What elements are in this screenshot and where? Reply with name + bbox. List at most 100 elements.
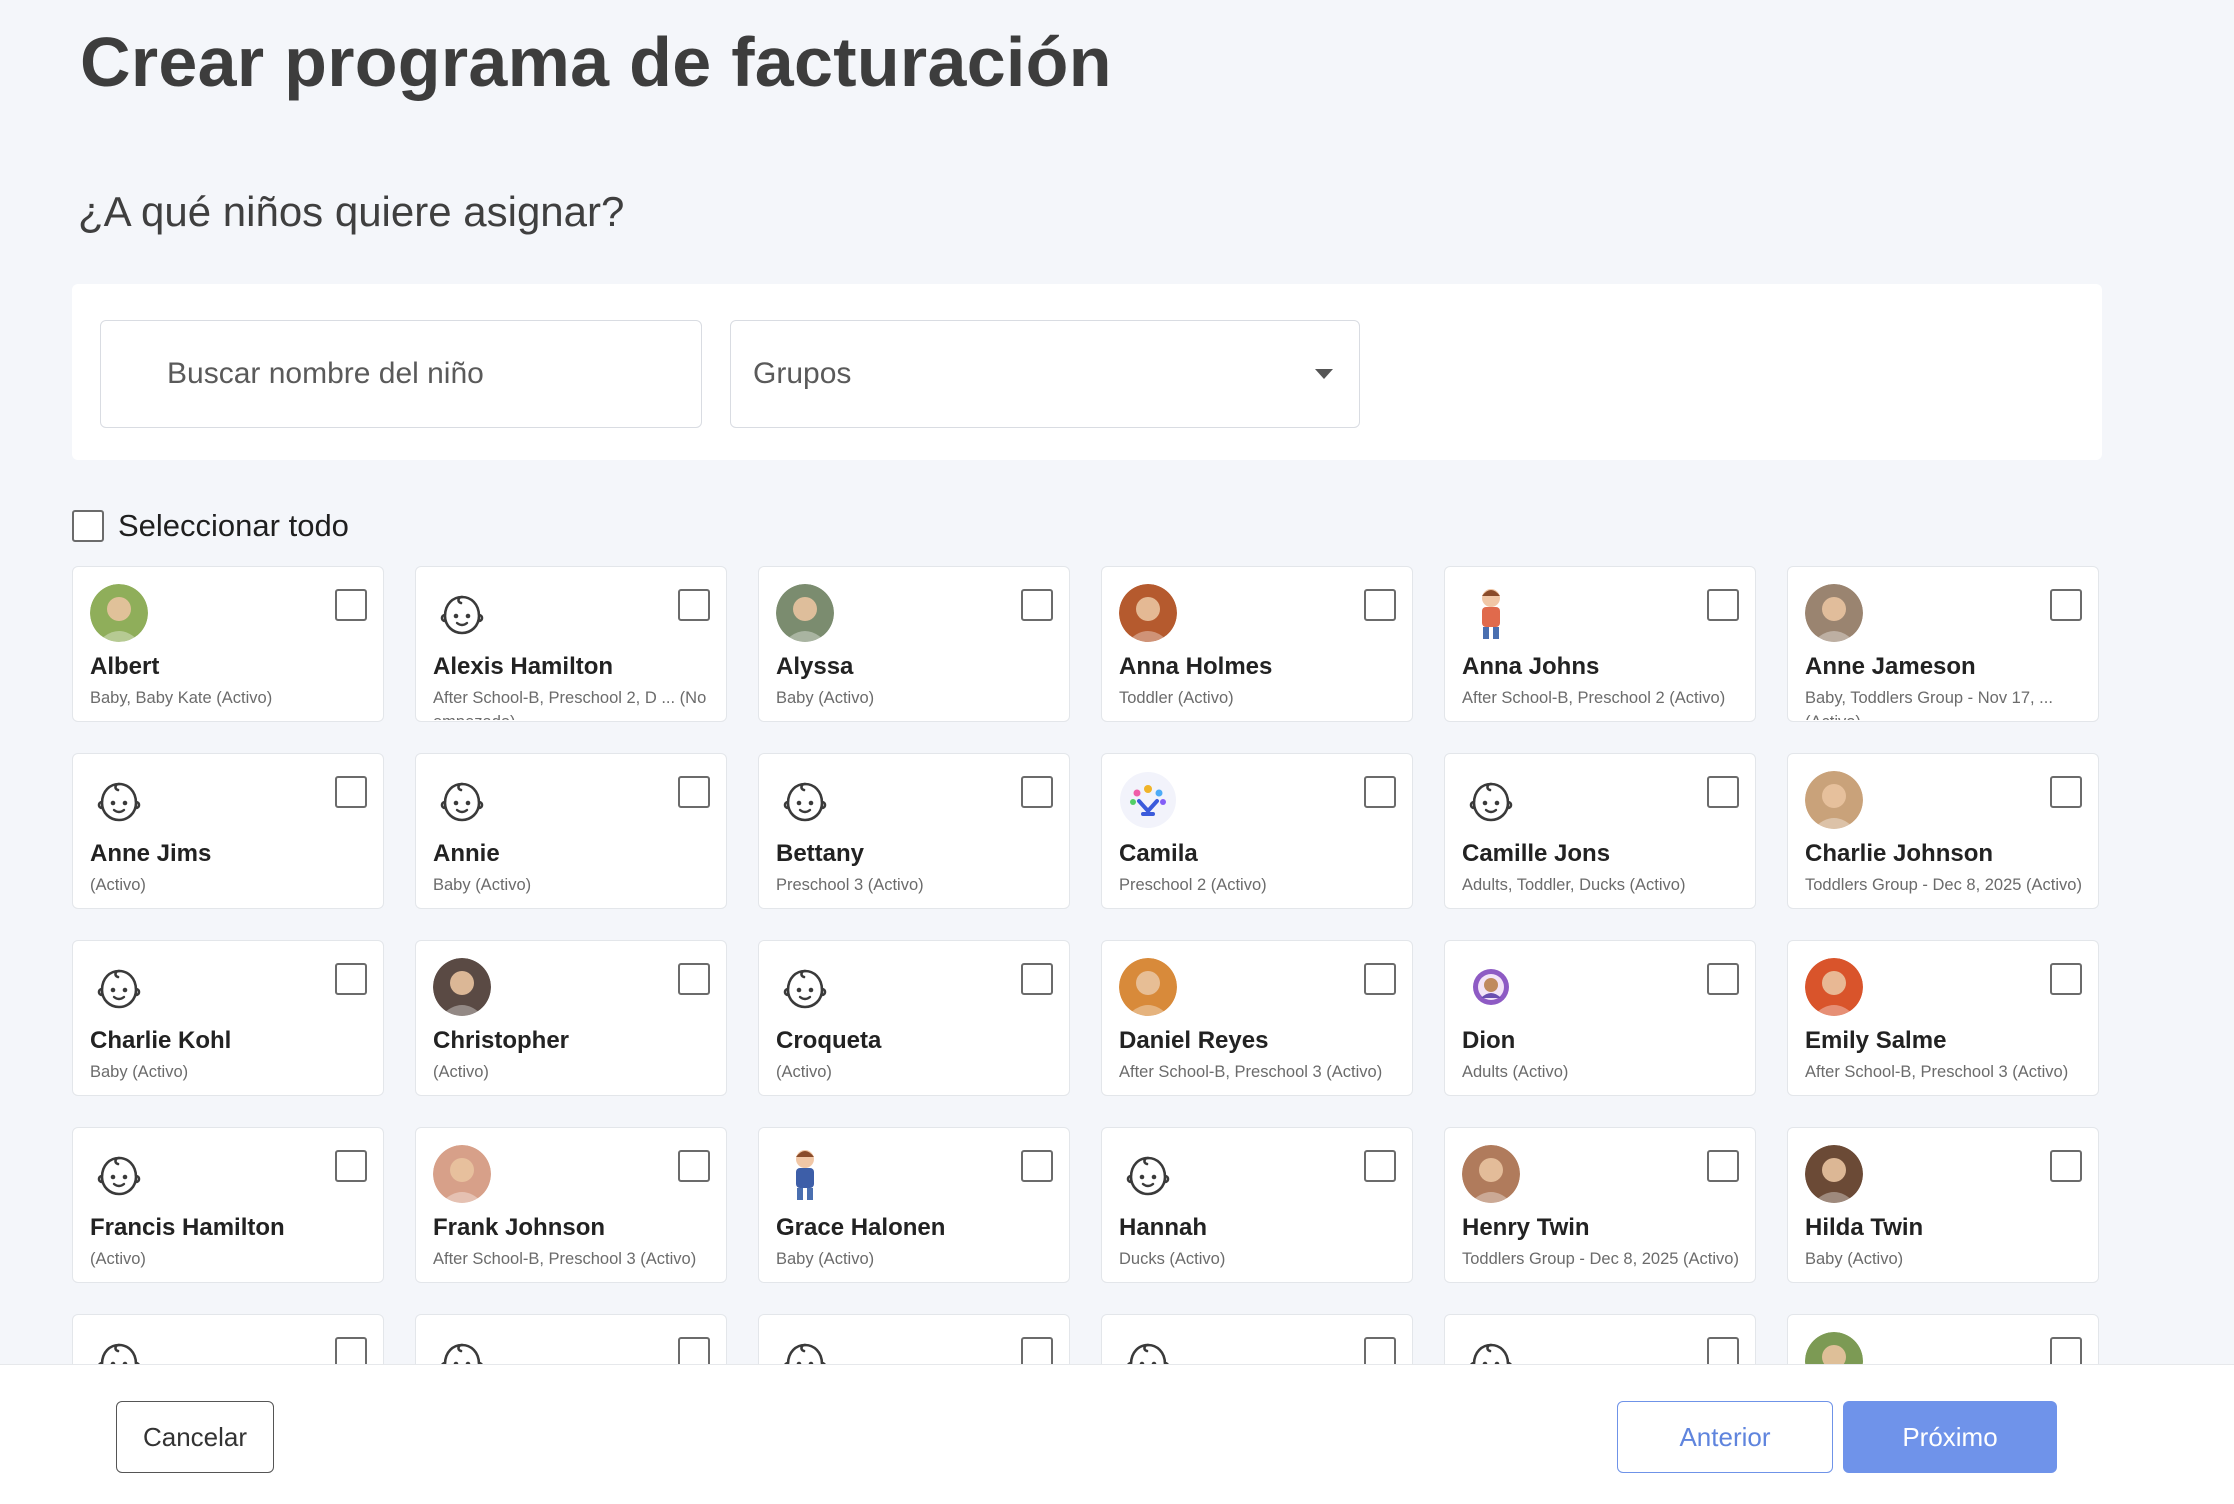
groups-dropdown[interactable]: Grupos (730, 320, 1360, 428)
child-groups: Adults (Activo) (1462, 1063, 1569, 1081)
child-checkbox[interactable] (1021, 1150, 1053, 1182)
child-checkbox[interactable] (1707, 589, 1739, 621)
child-checkbox[interactable] (678, 963, 710, 995)
child-name: Bettany (776, 840, 865, 867)
child-name: Anna Holmes (1119, 653, 1273, 680)
child-name: Emily Salme (1805, 1027, 1947, 1054)
child-name: Alexis Hamilton (433, 653, 614, 680)
child-checkbox[interactable] (335, 776, 367, 808)
child-checkbox[interactable] (335, 1337, 367, 1364)
child-checkbox[interactable] (2050, 589, 2082, 621)
child-checkbox[interactable] (1707, 776, 1739, 808)
child-name: Croqueta (776, 1027, 882, 1054)
child-card[interactable]: Alexis Hamilton After School-B, Preschool… (415, 566, 727, 722)
child-name: Charlie Kohl (90, 1027, 232, 1054)
child-card[interactable]: Anna Johns After School-B, Preschool 2 (A… (1444, 566, 1756, 722)
child-checkbox[interactable] (1364, 776, 1396, 808)
child-avatar-photo (776, 584, 834, 642)
previous-button[interactable]: Anterior (1617, 1401, 1833, 1473)
search-input[interactable] (167, 357, 667, 391)
child-checkbox[interactable] (1364, 963, 1396, 995)
child-checkbox[interactable] (335, 1150, 367, 1182)
child-card[interactable]: Dion Adults (Activo) (1444, 940, 1756, 1096)
child-groups: Baby, Toddlers Group - Nov 17, ... (Acti… (1805, 689, 2053, 720)
child-checkbox[interactable] (1707, 963, 1739, 995)
child-card[interactable]: Anne Jims (Activo) (72, 753, 384, 909)
child-card[interactable] (1444, 1314, 1756, 1364)
child-card[interactable] (758, 1314, 1070, 1364)
child-card[interactable] (1787, 1314, 2099, 1364)
baby-face-icon (776, 771, 834, 829)
child-checkbox[interactable] (2050, 776, 2082, 808)
child-checkbox[interactable] (335, 589, 367, 621)
child-checkbox[interactable] (1364, 1150, 1396, 1182)
child-card[interactable]: Croqueta (Activo) (758, 940, 1070, 1096)
child-card[interactable]: Frank Johnson After School-B, Preschool 3… (415, 1127, 727, 1283)
child-card[interactable]: Anne Jameson Baby, Toddlers Group - Nov 1… (1787, 566, 2099, 722)
child-avatar-photo (1805, 1145, 1863, 1203)
child-groups: Preschool 3 (Activo) (776, 876, 924, 894)
search-box[interactable] (100, 320, 702, 428)
baby-face-icon (90, 1332, 148, 1364)
child-checkbox[interactable] (1021, 589, 1053, 621)
child-checkbox[interactable] (335, 963, 367, 995)
child-checkbox[interactable] (2050, 963, 2082, 995)
child-card[interactable]: Anna Holmes Toddler (Activo) (1101, 566, 1413, 722)
child-checkbox[interactable] (678, 1337, 710, 1364)
child-checkbox[interactable] (1364, 1337, 1396, 1364)
child-card[interactable]: Daniel Reyes After School-B, Preschool 3 … (1101, 940, 1413, 1096)
child-groups: After School-B, Preschool 3 (Activo) (1119, 1063, 1383, 1081)
child-card[interactable] (415, 1314, 727, 1364)
child-card[interactable]: Annie Baby (Activo) (415, 753, 727, 909)
select-all-checkbox[interactable] (72, 510, 104, 542)
caret-down-icon (1315, 369, 1333, 379)
child-card[interactable]: Hannah Ducks (Activo) (1101, 1127, 1413, 1283)
child-card[interactable]: Albert Baby, Baby Kate (Activo) (72, 566, 384, 722)
child-name: Charlie Johnson (1805, 840, 1994, 867)
child-name: Camille Jons (1462, 840, 1611, 867)
child-card[interactable]: Henry Twin Toddlers Group - Dec 8, 2025 (… (1444, 1127, 1756, 1283)
child-avatar-photo (1805, 584, 1863, 642)
child-avatar-photo (433, 958, 491, 1016)
child-card[interactable]: Emily Salme After School-B, Preschool 3 (… (1787, 940, 2099, 1096)
next-button[interactable]: Próximo (1843, 1401, 2057, 1473)
child-groups: Baby (Activo) (90, 1063, 189, 1081)
child-checkbox[interactable] (1707, 1337, 1739, 1364)
child-avatar-photo (1119, 584, 1177, 642)
child-card[interactable] (1101, 1314, 1413, 1364)
child-card[interactable]: Charlie Johnson Toddlers Group - Dec 8, 2… (1787, 753, 2099, 909)
select-all[interactable]: Seleccionar todo (72, 508, 349, 544)
child-checkbox[interactable] (1021, 776, 1053, 808)
child-groups: (Activo) (90, 876, 146, 894)
child-checkbox[interactable] (2050, 1150, 2082, 1182)
cancel-button[interactable]: Cancelar (116, 1401, 274, 1473)
child-card[interactable]: Camila Preschool 2 (Activo) (1101, 753, 1413, 909)
children-grid: Albert Baby, Baby Kate (Activo) Alexis Ham… (0, 560, 2234, 1364)
child-checkbox[interactable] (1707, 1150, 1739, 1182)
child-checkbox[interactable] (678, 1150, 710, 1182)
child-card[interactable]: Alyssa Baby (Activo) (758, 566, 1070, 722)
footer-bar: Cancelar Anterior Próximo (0, 1364, 2234, 1504)
child-card[interactable]: Grace Halonen Baby (Activo) (758, 1127, 1070, 1283)
child-card[interactable]: Christopher (Activo) (415, 940, 727, 1096)
child-checkbox[interactable] (2050, 1337, 2082, 1364)
baby-face-icon (1462, 771, 1520, 829)
child-name: Hilda Twin (1805, 1214, 1924, 1241)
child-checkbox[interactable] (678, 589, 710, 621)
child-checkbox[interactable] (1364, 589, 1396, 621)
child-groups: Baby, Baby Kate (Activo) (90, 689, 273, 707)
child-checkbox[interactable] (1021, 1337, 1053, 1364)
baby-face-icon (1119, 1145, 1177, 1203)
child-card[interactable]: Francis Hamilton (Activo) (72, 1127, 384, 1283)
child-checkbox[interactable] (1021, 963, 1053, 995)
child-avatar-photo (90, 584, 148, 642)
child-groups: After School-B, Preschool 2, D ... (No e… (433, 689, 707, 720)
child-card[interactable]: Hilda Twin Baby (Activo) (1787, 1127, 2099, 1283)
child-card[interactable]: Camille Jons Adults, Toddler, Ducks (Acti… (1444, 753, 1756, 909)
child-card[interactable]: Bettany Preschool 3 (Activo) (758, 753, 1070, 909)
child-avatar-photo (1805, 771, 1863, 829)
child-name: Albert (90, 653, 160, 680)
child-card[interactable]: Charlie Kohl Baby (Activo) (72, 940, 384, 1096)
child-checkbox[interactable] (678, 776, 710, 808)
child-card[interactable] (72, 1314, 384, 1364)
